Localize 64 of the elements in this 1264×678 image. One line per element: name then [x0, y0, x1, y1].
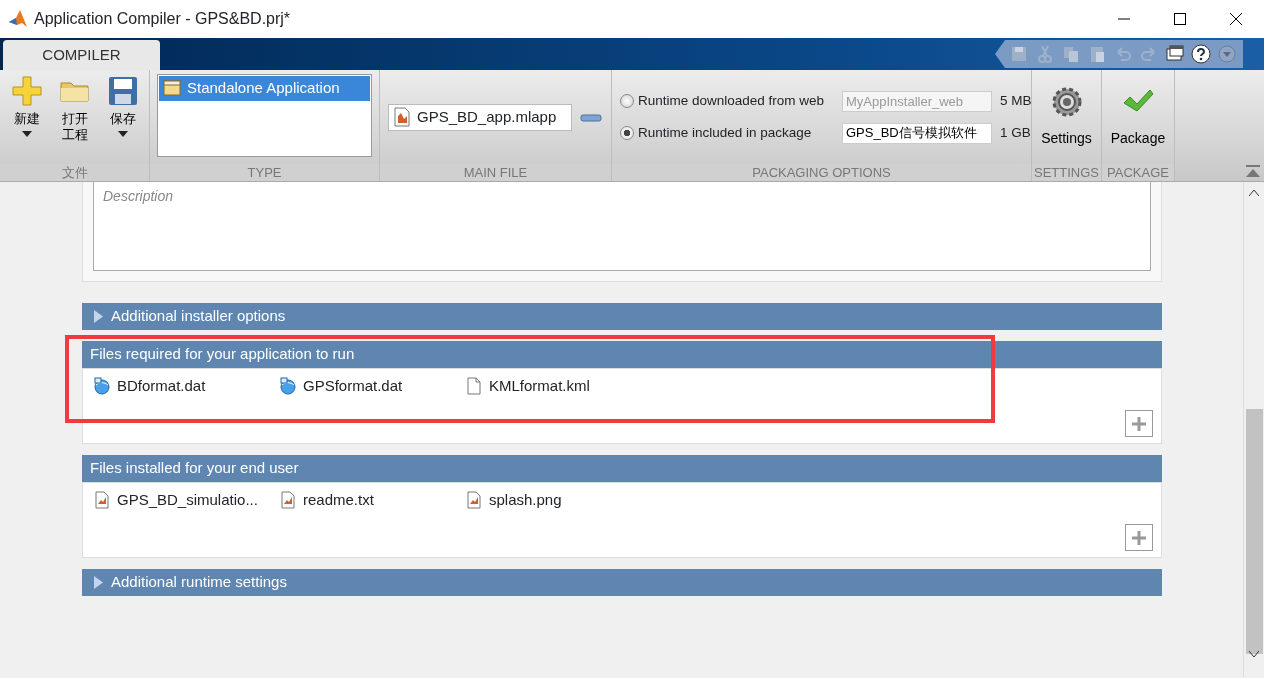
section-header: Files installed for your end user [82, 455, 1162, 482]
section-header: Files required for your application to run [82, 341, 1162, 368]
settings-icon [1050, 85, 1083, 118]
main-file-field[interactable]: GPS_BD_app.mlapp [388, 103, 572, 131]
group-label: PACKAGE [1102, 164, 1174, 181]
new-icon [10, 75, 43, 107]
collapse-ribbon-icon[interactable] [1246, 165, 1260, 177]
ribbon-tab[interactable]: COMPILER [3, 40, 160, 70]
scroll-up-icon[interactable] [1249, 190, 1259, 196]
matlab-file-icon [393, 107, 411, 127]
add-file-button[interactable] [1125, 524, 1153, 551]
group-label: MAIN FILE [380, 164, 611, 181]
type-label: Standalone Application [187, 78, 340, 98]
ribbon-button[interactable]: 保存 [98, 71, 147, 163]
help-icon[interactable] [1191, 44, 1211, 64]
group-label: TYPE [150, 164, 379, 181]
group-label: 文件 [0, 164, 149, 181]
ribbon-button[interactable]: 打开工程 [50, 71, 99, 163]
size-label: 1 GB [1000, 123, 1031, 142]
add-file-button[interactable] [1125, 410, 1153, 437]
scrollbar-thumb[interactable] [1245, 409, 1263, 654]
cut-icon[interactable] [1035, 44, 1055, 64]
group-label: PACKAGING OPTIONS [612, 164, 1031, 181]
type-list-item[interactable]: Standalone Application [159, 76, 370, 101]
scrollbar[interactable] [1243, 182, 1264, 677]
data-file-icon [93, 377, 111, 396]
minus-icon [580, 113, 602, 122]
type-list[interactable]: Standalone Application [157, 74, 372, 157]
plus-icon [1131, 415, 1147, 432]
option-label: Runtime included in package [638, 123, 813, 142]
matlab-file-icon [465, 491, 483, 510]
save-icon[interactable] [1009, 44, 1029, 64]
section-header[interactable]: Additional runtime settings [82, 569, 1162, 596]
file-icon [465, 377, 483, 396]
package-button[interactable]: Package [1106, 79, 1170, 155]
size-label: 5 MB [1000, 91, 1032, 110]
save-icon [106, 75, 139, 107]
scroll-down-icon[interactable] [1249, 651, 1259, 657]
description-field[interactable]: Description [93, 182, 1151, 271]
window-icon[interactable] [1165, 44, 1185, 64]
option-label: Runtime downloaded from web [638, 91, 826, 110]
matlab-file-icon [93, 491, 111, 510]
app-logo-icon [8, 9, 28, 29]
collapsed-arrow-icon[interactable] [94, 310, 103, 323]
file-name[interactable]: readme.txt [303, 489, 374, 512]
file-name[interactable]: GPS_BD_simulatio... [117, 489, 258, 512]
radio-button[interactable] [620, 126, 634, 140]
data-file-icon [279, 377, 297, 396]
file-name[interactable]: GPSformat.dat [303, 375, 403, 398]
file-name[interactable]: splash.png [489, 489, 562, 512]
file-name[interactable]: BDformat.dat [117, 375, 206, 398]
installer-name-field[interactable]: GPS_BD信号模拟软件 [842, 122, 992, 144]
matlab-file-icon [279, 491, 297, 510]
collapsed-arrow-icon[interactable] [94, 576, 103, 589]
settings-button[interactable]: Settings [1037, 79, 1096, 155]
window-title: Application Compiler - GPS&BD.prj* [34, 9, 291, 29]
section-header[interactable]: Additional installer options [82, 303, 1162, 330]
group-label: SETTINGS [1032, 164, 1101, 181]
dropdown-icon[interactable] [1217, 44, 1237, 64]
ribbon-button[interactable]: 新建 [2, 71, 51, 163]
copy-icon[interactable] [1061, 44, 1081, 64]
application-window-icon [163, 80, 181, 97]
plus-icon [1131, 529, 1147, 546]
file-name[interactable]: KMLformat.kml [489, 375, 590, 398]
